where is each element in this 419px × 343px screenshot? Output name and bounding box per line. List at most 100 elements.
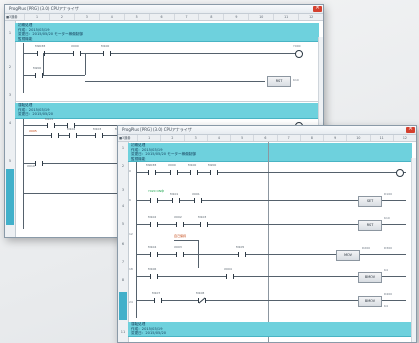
comment-line: 変更日：2015/05/20: [131, 331, 167, 336]
instruction-box[interactable]: MOV: [336, 250, 360, 261]
contact-symbol[interactable]: [69, 133, 77, 138]
contact-symbol[interactable]: [154, 298, 162, 303]
power-rail: [23, 43, 24, 93]
column-label: 5: [230, 135, 253, 141]
contact-label: M200: [208, 163, 217, 167]
contact-symbol[interactable]: [200, 222, 208, 227]
instruction-box[interactable]: BMOV: [358, 272, 382, 283]
contact-symbol[interactable]: [95, 133, 103, 138]
row-number: 11: [120, 330, 126, 334]
row-number: 5: [121, 222, 125, 226]
contact-symbol[interactable]: [194, 198, 202, 203]
contact-symbol[interactable]: [47, 123, 55, 128]
contact-symbol[interactable]: [198, 298, 206, 303]
output-coil[interactable]: [295, 50, 303, 58]
column-header: ■3通番 1 2 3 4 5 6 7 8 9 10 11 12: [5, 14, 323, 21]
title-bar[interactable]: ProgPlus [PRG] (3.0) CPUアナライザ: [118, 126, 416, 135]
contact-symbol[interactable]: [238, 252, 246, 257]
contact-label: X000: [168, 163, 176, 167]
contact-symbol[interactable]: [176, 222, 184, 227]
side-label: D400: [384, 292, 393, 296]
column-label: 10: [248, 14, 273, 20]
step-number: 0: [129, 169, 131, 173]
row-number: 2: [8, 65, 12, 69]
contact-symbol[interactable]: [51, 133, 59, 138]
column-label: 8: [198, 14, 223, 20]
row-number: 1: [121, 146, 125, 150]
contact-symbol[interactable]: [172, 198, 180, 203]
side-label: K10: [384, 216, 390, 220]
title-bar[interactable]: ProgPlus [PRG] (3.0) CPUアナライザ: [5, 5, 323, 14]
selected-row-marker[interactable]: [119, 292, 127, 320]
contact-label: M9038: [146, 163, 157, 167]
contact-symbol[interactable]: [103, 51, 111, 56]
side-label: K4: [384, 268, 388, 272]
contact-symbol[interactable]: [35, 73, 43, 78]
row-number: 4: [121, 204, 125, 208]
column-label: 3: [73, 14, 99, 20]
column-label: 12: [392, 135, 416, 141]
row-number: 8: [121, 278, 125, 282]
contact-symbol[interactable]: [226, 274, 234, 279]
output-coil[interactable]: [396, 169, 404, 177]
close-button[interactable]: [406, 126, 415, 133]
contact-label: X005: [29, 129, 37, 133]
contact-symbol[interactable]: [170, 170, 178, 175]
corner-label: ■3通番: [6, 15, 18, 19]
instruction-box[interactable]: SET: [358, 196, 382, 207]
window-title: ProgPlus [PRG] (3.0) CPUアナライザ: [9, 6, 79, 11]
contact-symbol[interactable]: [148, 170, 156, 175]
contact-label: M200: [33, 66, 42, 70]
comment-line: 監視機能: [18, 36, 33, 41]
row-number: 3: [121, 188, 125, 192]
ladder-area[interactable]: 1 2 3 4 5 6 7 8 9 10 11 初期処理 作成：2015/03/…: [118, 142, 416, 342]
contact-symbol[interactable]: [150, 274, 158, 279]
rung-comment-block: 初期処理 作成：2015/03/19 変更日：2015/05/20 モーター稼働…: [128, 143, 412, 163]
contact-symbol[interactable]: [150, 222, 158, 227]
step-number: 12: [129, 232, 133, 236]
contact-label: M101: [45, 117, 54, 121]
contact-label: M102: [148, 215, 157, 219]
status-label: 自己保持: [174, 234, 187, 238]
column-label: 10: [346, 135, 369, 141]
instruction-box[interactable]: BMOV: [358, 296, 382, 307]
contact-symbol[interactable]: [35, 161, 43, 166]
contact-symbol[interactable]: [150, 252, 158, 257]
contact-symbol[interactable]: [150, 198, 158, 203]
rung-line: [85, 81, 265, 82]
status-label: Y020 ON中: [148, 189, 165, 193]
contact-symbol[interactable]: [210, 170, 218, 175]
comment-line: 変更日：2015/05/20: [18, 112, 54, 117]
column-label: 6: [253, 135, 276, 141]
contact-label: M100: [101, 44, 110, 48]
contact-label: M100: [188, 163, 197, 167]
rung-line: [23, 75, 85, 76]
column-label: 11: [369, 135, 393, 141]
selected-row-marker[interactable]: [6, 169, 14, 225]
close-button[interactable]: [313, 5, 322, 12]
instruction-box[interactable]: RST: [267, 76, 291, 87]
contact-symbol[interactable]: [190, 170, 198, 175]
column-label: 7: [276, 135, 300, 141]
contact-label: M108: [196, 291, 205, 295]
side-label: D300: [384, 246, 393, 250]
contact-label: X001: [192, 192, 200, 196]
side-label: D100: [384, 192, 393, 196]
instruction-box[interactable]: RST: [358, 220, 382, 231]
vertical-scrollbar[interactable]: [411, 158, 416, 342]
column-label: 2: [48, 14, 74, 20]
side-label: K10: [293, 78, 299, 82]
column-label: 4: [98, 14, 124, 20]
contact-symbol[interactable]: [176, 252, 184, 257]
contact-label: M104: [148, 245, 157, 249]
contact-symbol[interactable]: [73, 51, 81, 56]
column-label: 3: [183, 135, 207, 141]
column-label: 7: [173, 14, 199, 20]
branch-line: [198, 240, 199, 268]
step-number: 18: [129, 267, 133, 271]
row-number: 4: [8, 121, 12, 125]
row-number: 2: [121, 164, 125, 168]
row-number: 5: [8, 159, 12, 163]
ladder-editor-window-front[interactable]: ProgPlus [PRG] (3.0) CPUアナライザ ■3通番 1 2 3…: [117, 125, 417, 343]
contact-label: X004: [224, 267, 232, 271]
